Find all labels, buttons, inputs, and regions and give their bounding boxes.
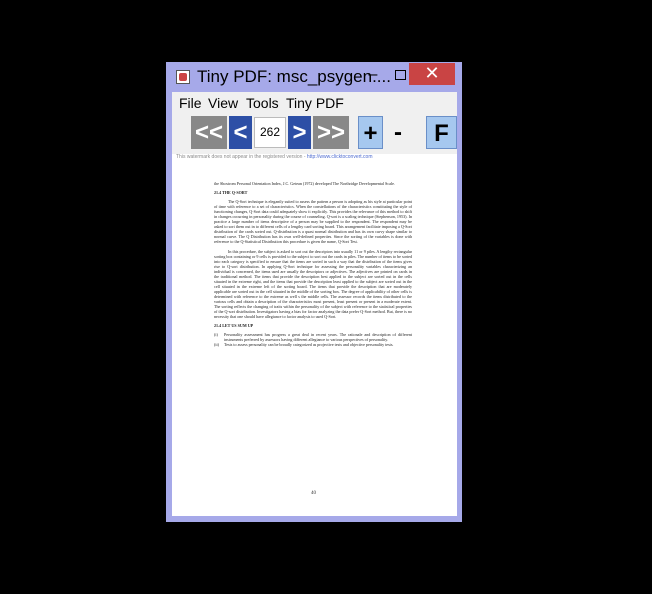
zoom-in-button[interactable]: + [358, 116, 383, 149]
menu-tools[interactable]: Tools [246, 95, 279, 111]
toolbar: << < 262 > >> + - F [172, 114, 457, 154]
list-number: (i) [214, 332, 218, 338]
watermark-text: This watermark does not appear in the re… [176, 154, 306, 160]
paragraph-1: The Q-Sort technique is elegantly suited… [214, 199, 412, 245]
list-item: (i) Personality assessment has progress … [214, 332, 412, 342]
next-page-button[interactable]: > [288, 116, 311, 149]
maximize-icon [394, 69, 406, 80]
watermark-link[interactable]: http://www.clicktoconvert.com [307, 154, 373, 160]
minimize-button[interactable]: – [360, 64, 386, 88]
menu-bar: File View Tools Tiny PDF [172, 92, 457, 114]
close-button[interactable]: ✕ [409, 63, 455, 85]
prev-page-button[interactable]: < [229, 116, 252, 149]
list-item: (ii) Tests to assess personality can be … [214, 342, 412, 347]
last-page-button[interactable]: >> [313, 116, 349, 149]
menu-tiny-pdf[interactable]: Tiny PDF [286, 95, 344, 111]
page-number: 40 [311, 491, 316, 496]
menu-view[interactable]: View [208, 95, 238, 111]
section-heading-sum-up: 21.4 LET US SUM UP [214, 323, 254, 329]
page-number-input[interactable]: 262 [254, 117, 286, 148]
section-heading-q-sort: 21.4 THE Q-SORT [214, 190, 248, 196]
intro-paragraph: the Shostrom Personal Orientation Index,… [214, 181, 395, 186]
zoom-out-button[interactable]: - [388, 116, 408, 149]
menu-file[interactable]: File [179, 95, 202, 111]
paragraph-2: In this procedure, the subject is asked … [214, 248, 412, 320]
app-window: Tiny PDF: msc_psygen.... – ✕ File View T… [166, 62, 462, 522]
fit-page-button[interactable]: F [426, 116, 457, 149]
list-number: (ii) [214, 342, 220, 348]
list-text: Tests to assess personality can be broad… [224, 342, 394, 348]
list-text: Personality assessment has progress a gr… [224, 332, 412, 343]
watermark: This watermark does not appear in the re… [176, 154, 372, 160]
title-bar[interactable]: Tiny PDF: msc_psygen.... – ✕ [166, 62, 462, 91]
app-icon [176, 70, 190, 84]
first-page-button[interactable]: << [191, 116, 227, 149]
document-text: the Shostrom Personal Orientation Index,… [214, 181, 412, 347]
pdf-page-view[interactable]: This watermark does not appear in the re… [172, 154, 457, 516]
